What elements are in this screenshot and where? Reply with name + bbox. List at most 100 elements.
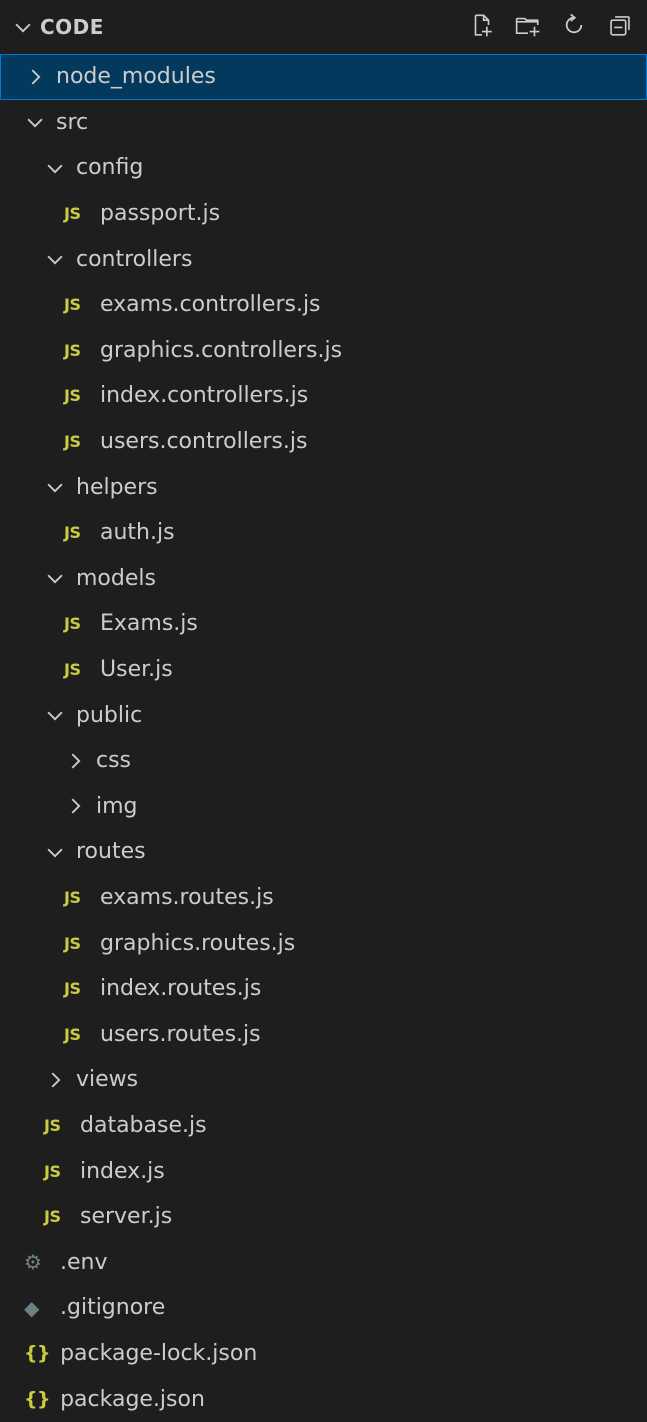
tree-item-label: img — [96, 793, 138, 819]
tree-item-label: auth.js — [100, 520, 175, 546]
javascript-file-icon: JS — [44, 1115, 61, 1135]
tree-file-row[interactable]: ◆ .gitignore — [0, 1285, 647, 1331]
tree-item-label: graphics.controllers.js — [100, 337, 343, 363]
refresh-icon[interactable] — [559, 10, 589, 40]
tree-item-label: package.json — [60, 1386, 205, 1412]
tree-item-label: index.js — [80, 1158, 165, 1184]
tree-item-label: users.routes.js — [100, 1021, 261, 1047]
tree-item-label: exams.routes.js — [100, 884, 274, 910]
javascript-file-icon: JS — [64, 979, 81, 999]
tree-folder-row[interactable]: routes — [0, 829, 647, 875]
tree-item-label: database.js — [80, 1112, 207, 1138]
tree-folder-row[interactable]: src — [0, 100, 647, 146]
tree-item-label: Exams.js — [100, 611, 198, 637]
tree-folder-row[interactable]: public — [0, 692, 647, 738]
javascript-file-icon: JS — [64, 660, 81, 680]
explorer-panel: CODE node_modules src config JS passport… — [0, 0, 647, 1412]
tree-item-label: .env — [60, 1249, 108, 1275]
collapse-all-icon[interactable] — [605, 10, 635, 40]
tree-file-row[interactable]: JS index.controllers.js — [0, 373, 647, 419]
tree-file-row[interactable]: JS database.js — [0, 1103, 647, 1149]
gear-icon: ⚙ — [24, 1250, 42, 1275]
explorer-section-title: CODE — [40, 15, 104, 39]
tree-folder-row[interactable]: css — [0, 738, 647, 784]
tree-file-row[interactable]: {} package-lock.json — [0, 1331, 647, 1377]
javascript-file-icon: JS — [64, 295, 81, 315]
tree-file-row[interactable]: ⚙ .env — [0, 1239, 647, 1285]
tree-item-label: User.js — [100, 657, 173, 683]
explorer-section-header[interactable]: CODE — [0, 0, 647, 54]
tree-item-label: views — [76, 1067, 139, 1093]
tree-folder-row[interactable]: models — [0, 556, 647, 602]
chevron-right-icon — [71, 753, 81, 769]
tree-file-row[interactable]: JS users.routes.js — [0, 1011, 647, 1057]
javascript-file-icon: JS — [64, 386, 81, 406]
tree-item-label: passport.js — [100, 201, 221, 227]
chevron-down-icon — [47, 483, 63, 493]
javascript-file-icon: JS — [64, 614, 81, 634]
tree-item-label: index.controllers.js — [100, 383, 309, 409]
tree-item-label: server.js — [80, 1204, 173, 1230]
chevron-down-icon — [15, 23, 31, 33]
tree-folder-row[interactable]: views — [0, 1057, 647, 1103]
tree-file-row[interactable]: JS graphics.controllers.js — [0, 328, 647, 374]
tree-item-label: routes — [76, 839, 146, 865]
tree-file-row[interactable]: JS server.js — [0, 1194, 647, 1240]
tree-item-label: config — [76, 155, 144, 181]
javascript-file-icon: JS — [64, 204, 81, 224]
tree-item-label: models — [76, 565, 156, 591]
javascript-file-icon: JS — [64, 523, 81, 543]
git-icon: ◆ — [24, 1295, 39, 1320]
tree-file-row[interactable]: JS exams.controllers.js — [0, 282, 647, 328]
tree-item-label: src — [56, 109, 89, 135]
chevron-down-icon — [47, 164, 63, 174]
tree-item-label: controllers — [76, 246, 193, 272]
chevron-down-icon — [27, 118, 43, 128]
json-file-icon: {} — [24, 1388, 51, 1411]
tree-item-label: users.controllers.js — [100, 429, 308, 455]
tree-file-row[interactable]: JS exams.routes.js — [0, 875, 647, 921]
tree-folder-row[interactable]: img — [0, 784, 647, 830]
javascript-file-icon: JS — [64, 933, 81, 953]
tree-folder-row[interactable]: controllers — [0, 236, 647, 282]
chevron-down-icon — [47, 255, 63, 265]
tree-item-label: exams.controllers.js — [100, 292, 321, 318]
tree-folder-row[interactable]: config — [0, 145, 647, 191]
chevron-down-icon — [47, 848, 63, 858]
tree-file-row[interactable]: JS users.controllers.js — [0, 419, 647, 465]
chevron-down-icon — [47, 574, 63, 584]
tree-file-row[interactable]: JS auth.js — [0, 510, 647, 556]
tree-item-label: node_modules — [56, 64, 216, 90]
tree-file-row[interactable]: JS User.js — [0, 647, 647, 693]
javascript-file-icon: JS — [64, 1024, 81, 1044]
javascript-file-icon: JS — [64, 432, 81, 452]
tree-item-label: package-lock.json — [60, 1340, 258, 1366]
tree-file-row[interactable]: JS index.js — [0, 1148, 647, 1194]
tree-item-label: public — [76, 702, 143, 728]
file-tree: node_modulessrc config JS passport.js contro… — [0, 54, 647, 1422]
chevron-right-icon — [51, 1072, 61, 1088]
tree-item-label: helpers — [76, 474, 158, 500]
tree-item-label: graphics.routes.js — [100, 930, 296, 956]
chevron-down-icon — [47, 711, 63, 721]
tree-folder-row[interactable]: helpers — [0, 464, 647, 510]
tree-file-row[interactable]: JS index.routes.js — [0, 966, 647, 1012]
new-file-icon[interactable] — [467, 10, 497, 40]
tree-item-label: .gitignore — [60, 1295, 166, 1321]
json-file-icon: {} — [24, 1342, 51, 1365]
tree-item-label: css — [96, 748, 132, 774]
javascript-file-icon: JS — [44, 1161, 61, 1181]
tree-file-row[interactable]: JS Exams.js — [0, 601, 647, 647]
javascript-file-icon: JS — [64, 340, 81, 360]
tree-file-row[interactable]: JS passport.js — [0, 191, 647, 237]
tree-file-row[interactable]: JS graphics.routes.js — [0, 920, 647, 966]
explorer-actions — [467, 10, 635, 40]
tree-file-row[interactable]: {} package.json — [0, 1376, 647, 1422]
new-folder-icon[interactable] — [513, 10, 543, 40]
javascript-file-icon: JS — [44, 1207, 61, 1227]
chevron-right-icon — [31, 69, 41, 85]
tree-item-label: index.routes.js — [100, 976, 262, 1002]
javascript-file-icon: JS — [64, 887, 81, 907]
chevron-right-icon — [71, 798, 81, 814]
tree-folder-row[interactable]: node_modules — [0, 54, 647, 100]
